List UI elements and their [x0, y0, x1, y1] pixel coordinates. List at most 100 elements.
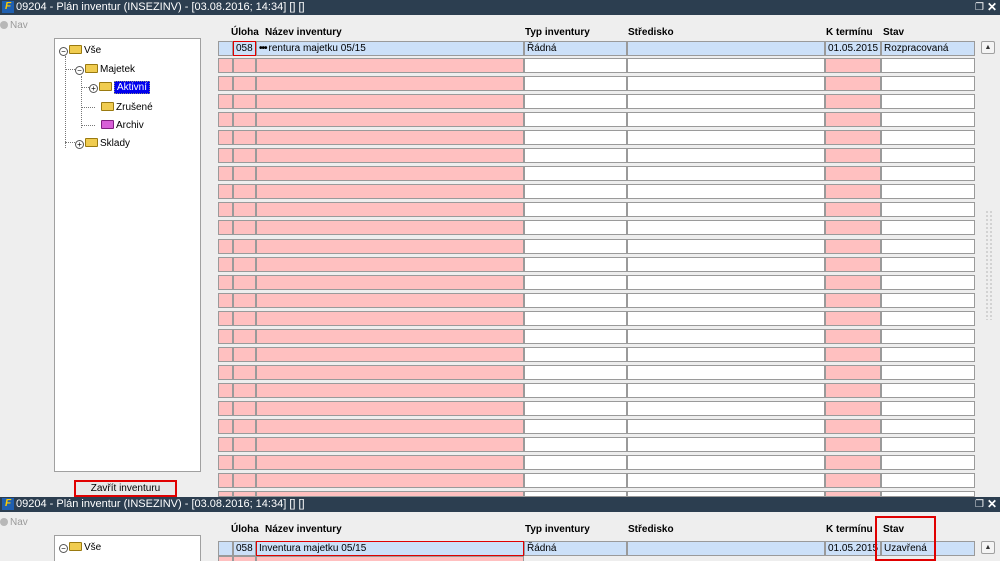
empty-cell[interactable] — [256, 329, 524, 344]
empty-cell[interactable] — [825, 383, 881, 398]
empty-cell[interactable] — [825, 166, 881, 181]
empty-cell[interactable] — [627, 148, 825, 163]
empty-cell[interactable] — [218, 347, 233, 362]
empty-cell[interactable] — [524, 184, 627, 199]
empty-cell[interactable] — [825, 130, 881, 145]
empty-cell[interactable] — [524, 130, 627, 145]
empty-cell[interactable] — [881, 130, 975, 145]
empty-cell[interactable] — [524, 437, 627, 452]
empty-cell[interactable] — [256, 437, 524, 452]
empty-cell[interactable] — [218, 76, 233, 91]
empty-cell[interactable] — [881, 293, 975, 308]
empty-cell[interactable] — [627, 58, 825, 73]
empty-cell[interactable] — [256, 94, 524, 109]
empty-cell[interactable] — [627, 202, 825, 217]
empty-cell[interactable] — [825, 148, 881, 163]
empty-cell[interactable] — [256, 365, 524, 380]
empty-cell[interactable] — [881, 112, 975, 127]
empty-cell[interactable] — [881, 455, 975, 470]
empty-cell[interactable] — [233, 220, 256, 235]
empty-cell[interactable] — [233, 166, 256, 181]
empty-cell[interactable] — [881, 184, 975, 199]
empty-cell[interactable] — [881, 473, 975, 488]
empty-cell[interactable] — [233, 94, 256, 109]
empty-cell[interactable] — [627, 112, 825, 127]
empty-cell[interactable] — [524, 401, 627, 416]
row-selector[interactable] — [218, 541, 233, 556]
empty-cell[interactable] — [881, 311, 975, 326]
empty-cell[interactable] — [881, 58, 975, 73]
empty-cell[interactable] — [627, 76, 825, 91]
tree-node-aktivni[interactable]: + Aktivní — [89, 81, 151, 95]
empty-cell[interactable] — [233, 202, 256, 217]
empty-cell[interactable] — [627, 94, 825, 109]
empty-cell[interactable] — [881, 94, 975, 109]
cell-uloha[interactable]: 058 — [233, 41, 256, 56]
empty-cell[interactable] — [524, 112, 627, 127]
empty-cell[interactable] — [218, 166, 233, 181]
empty-cell[interactable] — [218, 455, 233, 470]
empty-cell[interactable] — [218, 293, 233, 308]
empty-cell[interactable] — [627, 293, 825, 308]
empty-cell[interactable] — [627, 365, 825, 380]
empty-cell[interactable] — [233, 401, 256, 416]
empty-cell[interactable] — [256, 202, 524, 217]
empty-cell[interactable] — [233, 383, 256, 398]
empty-cell[interactable] — [218, 58, 233, 73]
empty-cell[interactable] — [233, 76, 256, 91]
empty-cell[interactable] — [881, 257, 975, 272]
empty-cell[interactable] — [233, 58, 256, 73]
empty-cell[interactable] — [524, 311, 627, 326]
empty-cell[interactable] — [881, 437, 975, 452]
empty-cell[interactable] — [524, 76, 627, 91]
empty-cell[interactable] — [233, 347, 256, 362]
empty-cell[interactable] — [233, 311, 256, 326]
empty-cell[interactable] — [256, 148, 524, 163]
empty-cell[interactable] — [256, 311, 524, 326]
empty-cell[interactable] — [233, 239, 256, 254]
empty-cell[interactable] — [627, 419, 825, 434]
cell-uloha[interactable]: 058 — [233, 541, 256, 556]
empty-cell[interactable] — [233, 365, 256, 380]
cell-stav[interactable]: Rozpracovaná — [881, 41, 975, 56]
nav-toggle[interactable]: Nav — [0, 517, 28, 528]
empty-cell[interactable] — [627, 473, 825, 488]
empty-cell[interactable] — [233, 275, 256, 290]
empty-cell[interactable] — [881, 148, 975, 163]
cell-nazev[interactable]: ••• rentura majetku 05/15 — [256, 41, 524, 56]
empty-cell[interactable] — [218, 257, 233, 272]
empty-cell[interactable] — [524, 419, 627, 434]
empty-cell[interactable] — [627, 239, 825, 254]
empty-cell[interactable] — [524, 202, 627, 217]
nav-toggle[interactable]: Nav — [0, 20, 28, 31]
empty-cell[interactable] — [218, 94, 233, 109]
empty-cell[interactable] — [256, 76, 524, 91]
cell-nazev[interactable]: Inventura majetku 05/15 — [256, 541, 524, 556]
empty-cell[interactable] — [881, 365, 975, 380]
collapse-icon[interactable]: − — [59, 544, 68, 553]
empty-cell[interactable] — [825, 184, 881, 199]
empty-cell[interactable] — [524, 257, 627, 272]
empty-cell[interactable] — [825, 94, 881, 109]
empty-cell[interactable] — [233, 130, 256, 145]
empty-cell[interactable] — [524, 293, 627, 308]
empty-cell[interactable] — [218, 556, 233, 561]
cell-stredisko[interactable] — [627, 41, 825, 56]
empty-cell[interactable] — [256, 58, 524, 73]
empty-cell[interactable] — [881, 347, 975, 362]
empty-cell[interactable] — [627, 311, 825, 326]
cell-typ[interactable]: Řádná — [524, 541, 627, 556]
cell-termin[interactable]: 01.05.2015 — [825, 541, 881, 556]
empty-cell[interactable] — [825, 202, 881, 217]
empty-cell[interactable] — [233, 329, 256, 344]
empty-cell[interactable] — [256, 473, 524, 488]
empty-cell[interactable] — [627, 257, 825, 272]
tree-node-vse[interactable]: − Vše — [59, 44, 101, 58]
empty-cell[interactable] — [627, 383, 825, 398]
empty-cell[interactable] — [524, 275, 627, 290]
empty-cell[interactable] — [825, 239, 881, 254]
cell-stredisko[interactable] — [627, 541, 825, 556]
empty-cell[interactable] — [825, 473, 881, 488]
empty-cell[interactable] — [524, 383, 627, 398]
empty-cell[interactable] — [627, 455, 825, 470]
